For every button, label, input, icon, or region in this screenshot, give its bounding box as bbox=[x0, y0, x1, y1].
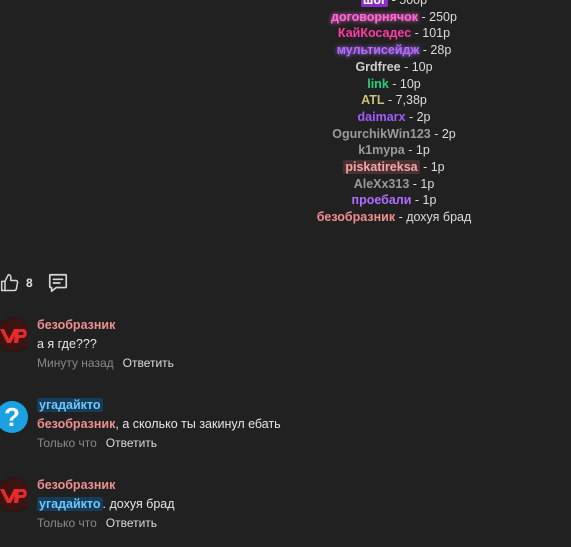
comment-author[interactable]: безобразник bbox=[37, 477, 175, 494]
donor-entry: безобразник - дохуя брад bbox=[250, 209, 538, 226]
donor-separator: - bbox=[411, 193, 423, 208]
comment-meta: Только что Ответить bbox=[37, 434, 281, 453]
donor-name: шог bbox=[360, 0, 389, 7]
question-mark-icon: ? bbox=[0, 401, 28, 433]
donor-amount: 2р bbox=[441, 126, 456, 141]
comment-text-body: . дохуя брад bbox=[102, 497, 175, 511]
comment-meta: Минуту назад Ответить bbox=[37, 354, 174, 373]
reactions-bar: 8 bbox=[0, 272, 69, 294]
donor-name: daimarx bbox=[357, 109, 406, 124]
donor-entry: мультисейдж - 28р bbox=[250, 42, 538, 59]
donor-amount: 1р bbox=[422, 193, 437, 208]
donor-amount: 10р bbox=[411, 59, 433, 74]
mention-link[interactable]: безобразник bbox=[37, 417, 115, 431]
donor-name: договорнячок bbox=[331, 9, 419, 24]
donor-amount: 2р bbox=[416, 109, 431, 124]
donor-name: Grdfree bbox=[355, 59, 401, 74]
donor-amount: 250р bbox=[429, 9, 457, 24]
thumbs-up-icon[interactable] bbox=[0, 273, 20, 293]
donor-separator: - bbox=[388, 76, 400, 91]
donor-name: k1mypa bbox=[358, 143, 405, 158]
donor-entry: ATL - 7,38р bbox=[250, 92, 538, 109]
stream-comments-page: шог - 500р договорнячок - 250р КайКосадес … bbox=[0, 0, 571, 547]
avatar[interactable] bbox=[0, 477, 28, 513]
donor-amount: 10р bbox=[399, 76, 421, 91]
donor-list: шог - 500р договорнячок - 250р КайКосадес … bbox=[250, 0, 538, 226]
donor-entry: КайКосадес - 101р bbox=[250, 25, 538, 42]
mention-link[interactable]: угадайкто bbox=[37, 497, 103, 511]
donor-name: OgurchikWin123 bbox=[332, 126, 431, 141]
donor-separator: - bbox=[418, 9, 430, 24]
donor-name: ATL bbox=[361, 93, 385, 108]
donor-name: link bbox=[367, 76, 389, 91]
donor-amount: 1р bbox=[415, 143, 430, 158]
donor-amount: дохуя брад bbox=[406, 210, 472, 225]
comment-time: Только что bbox=[37, 516, 97, 530]
donor-separator: - bbox=[388, 0, 400, 7]
donor-name: piskatireksa bbox=[343, 160, 420, 175]
donor-separator: - bbox=[405, 109, 417, 124]
donor-name: проебали bbox=[351, 193, 412, 208]
donor-entry: OgurchikWin123 - 2р bbox=[250, 126, 538, 143]
donor-separator: - bbox=[419, 43, 431, 58]
donor-entry: AleXx313 - 1р bbox=[250, 176, 538, 193]
donor-name: мультисейдж bbox=[336, 43, 420, 58]
comment-text: а я где??? bbox=[37, 337, 97, 351]
comment-time: Минуту назад bbox=[37, 356, 114, 370]
donor-name: AleXx313 bbox=[353, 176, 410, 191]
comment-author[interactable]: угадайкто bbox=[37, 397, 281, 414]
donor-amount: 28р bbox=[430, 43, 452, 58]
donor-separator: - bbox=[404, 143, 416, 158]
donor-entry: link - 10р bbox=[250, 76, 538, 93]
reply-button[interactable]: Ответить bbox=[106, 516, 157, 530]
donor-amount: 500р bbox=[399, 0, 428, 7]
donor-amount: 101р bbox=[422, 26, 451, 41]
comment-text: угадайкто. дохуя брад bbox=[37, 494, 175, 514]
donor-amount: 7,38р bbox=[395, 93, 427, 108]
comment-text-body: , а сколько ты закинул ебать bbox=[115, 417, 281, 431]
donor-entry: k1mypa - 1р bbox=[250, 142, 538, 159]
donor-separator: - bbox=[419, 160, 431, 175]
svg-text:?: ? bbox=[4, 402, 20, 432]
avatar[interactable]: ? bbox=[0, 399, 28, 435]
donor-separator: - bbox=[384, 93, 396, 108]
donor-entry: шог - 500р bbox=[250, 0, 538, 9]
reply-button[interactable]: Ответить bbox=[123, 356, 174, 370]
donor-entry: daimarx - 2р bbox=[250, 109, 538, 126]
donor-entry: piskatireksa - 1р bbox=[250, 159, 538, 176]
vp-logo-icon bbox=[0, 317, 28, 353]
donor-entry: проебали - 1р bbox=[250, 192, 538, 209]
donor-separator: - bbox=[409, 176, 421, 191]
author-name[interactable]: угадайкто bbox=[37, 398, 103, 412]
donor-entry: договорнячок - 250р bbox=[250, 9, 538, 26]
donor-separator: - bbox=[430, 126, 442, 141]
comment-text: безобразник, а сколько ты закинул ебать bbox=[37, 414, 281, 434]
donor-amount: 1р bbox=[430, 160, 445, 175]
comment-time: Только что bbox=[37, 436, 97, 450]
comment-icon[interactable] bbox=[47, 272, 69, 294]
vp-logo-icon bbox=[0, 477, 28, 513]
comment-author[interactable]: безобразник bbox=[37, 317, 174, 334]
donor-name: КайКосадес bbox=[337, 26, 412, 41]
donor-amount: 1р bbox=[420, 176, 435, 191]
donor-name: безобразник bbox=[316, 210, 396, 225]
like-count: 8 bbox=[26, 276, 33, 290]
donor-separator: - bbox=[411, 26, 423, 41]
avatar[interactable] bbox=[0, 317, 28, 353]
donor-entry: Grdfree - 10р bbox=[250, 59, 538, 76]
donor-separator: - bbox=[400, 59, 412, 74]
comment-meta: Только что Ответить bbox=[37, 514, 175, 533]
reply-button[interactable]: Ответить bbox=[106, 436, 157, 450]
donor-separator: - bbox=[395, 210, 407, 225]
